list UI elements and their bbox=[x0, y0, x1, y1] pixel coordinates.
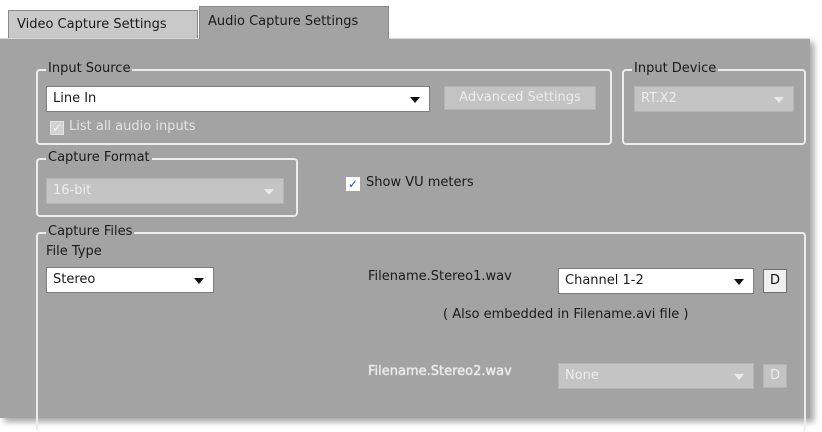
file1-d-label: D bbox=[769, 273, 780, 288]
input-device-legend: Input Device bbox=[632, 61, 719, 77]
show-vu-meters-checkbox[interactable]: ✓ bbox=[346, 177, 360, 191]
capture-files-legend: Capture Files bbox=[46, 224, 135, 240]
chevron-down-icon bbox=[774, 97, 784, 103]
file2-channel-value: None bbox=[565, 368, 599, 383]
checkmark-icon: ✓ bbox=[347, 177, 359, 191]
chevron-down-icon bbox=[410, 97, 420, 103]
capture-format-select[interactable]: 16-bit bbox=[46, 178, 284, 204]
file1-channel-value: Channel 1-2 bbox=[565, 273, 644, 288]
input-source-value: Line In bbox=[53, 91, 97, 106]
input-source-select[interactable]: Line In bbox=[46, 86, 430, 112]
input-source-legend: Input Source bbox=[46, 61, 133, 77]
list-all-audio-inputs-checkbox[interactable]: ✓ bbox=[50, 121, 64, 135]
input-device-value: RT.X2 bbox=[641, 91, 677, 106]
list-all-audio-inputs-label: List all audio inputs bbox=[69, 119, 196, 134]
capture-files-group: Capture Files File Type Stereo Filename.… bbox=[36, 224, 806, 432]
advanced-settings-button[interactable]: Advanced Settings bbox=[444, 86, 596, 110]
input-device-group: Input Device RT.X2 bbox=[622, 61, 806, 145]
capture-format-value: 16-bit bbox=[53, 183, 92, 198]
chevron-down-icon bbox=[194, 278, 204, 284]
file2-d-button[interactable]: D bbox=[763, 364, 787, 388]
embedded-note: ( Also embedded in Filename.avi file ) bbox=[443, 307, 689, 322]
tab-label: Video Capture Settings bbox=[17, 17, 167, 32]
file2-d-label: D bbox=[769, 368, 780, 383]
file1-d-button[interactable]: D bbox=[763, 269, 787, 293]
chevron-down-icon bbox=[734, 279, 744, 285]
tab-video-capture-settings[interactable]: Video Capture Settings bbox=[8, 10, 198, 38]
advanced-settings-label: Advanced Settings bbox=[459, 90, 581, 105]
file-type-select[interactable]: Stereo bbox=[46, 267, 214, 293]
chevron-down-icon bbox=[264, 189, 274, 195]
chevron-down-icon bbox=[734, 374, 744, 380]
file1-channel-select[interactable]: Channel 1-2 bbox=[558, 268, 754, 294]
checkmark-icon: ✓ bbox=[51, 121, 63, 135]
capture-format-group: Capture Format 16-bit bbox=[36, 150, 298, 217]
file-type-label: File Type bbox=[46, 244, 102, 259]
input-source-group: Input Source Line In Advanced Settings ✓… bbox=[36, 61, 612, 145]
capture-format-legend: Capture Format bbox=[46, 150, 152, 166]
file-type-value: Stereo bbox=[53, 272, 96, 287]
input-device-select[interactable]: RT.X2 bbox=[634, 86, 794, 112]
show-vu-meters-label[interactable]: Show VU meters bbox=[366, 175, 474, 190]
file2-channel-select[interactable]: None bbox=[558, 363, 754, 389]
file2-name: Filename.Stereo2.wav bbox=[368, 364, 512, 379]
file1-name: Filename.Stereo1.wav bbox=[368, 269, 512, 284]
tab-audio-capture-settings[interactable]: Audio Capture Settings bbox=[199, 6, 389, 39]
audio-settings-panel: Input Source Line In Advanced Settings ✓… bbox=[0, 38, 810, 432]
tab-label: Audio Capture Settings bbox=[208, 14, 359, 29]
